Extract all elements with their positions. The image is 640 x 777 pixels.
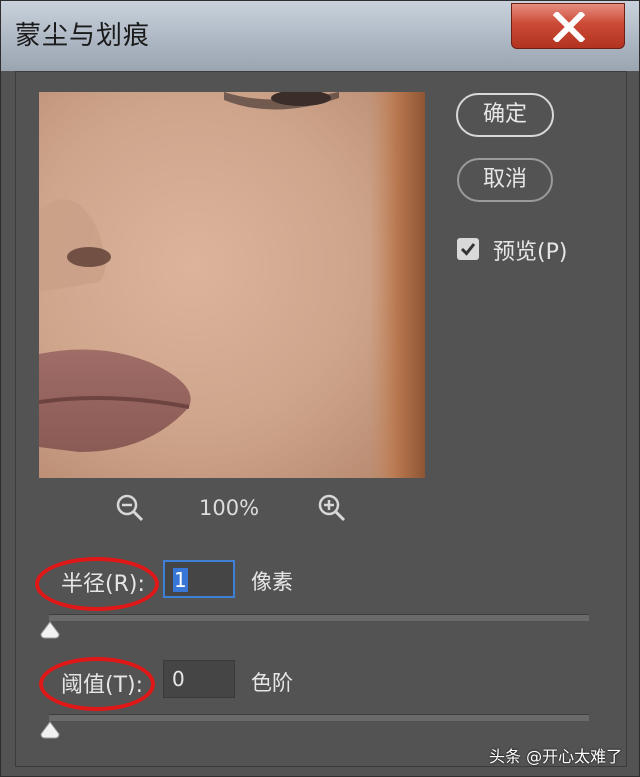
close-icon: [552, 12, 586, 42]
dialog-title: 蒙尘与划痕: [15, 21, 151, 51]
zoom-out-icon[interactable]: [115, 493, 145, 523]
close-button[interactable]: [511, 3, 625, 49]
threshold-slider-track[interactable]: [49, 714, 589, 721]
dust-and-scratches-dialog: 蒙尘与划痕 确定 取消 预览(P) 100% 半径(R): 1 像素 阈值(T)…: [0, 0, 640, 777]
watermark: 头条 @开心太难了: [489, 747, 623, 766]
threshold-slider-thumb[interactable]: [39, 721, 61, 739]
radius-input[interactable]: 1: [163, 560, 235, 598]
threshold-unit: 色阶: [251, 671, 293, 695]
radius-slider-thumb[interactable]: [39, 621, 61, 639]
threshold-input[interactable]: 0: [163, 660, 235, 698]
face-closeup-image: [39, 92, 425, 478]
preview-image[interactable]: [39, 92, 425, 478]
checkmark-icon: [460, 243, 476, 256]
threshold-highlight-annotation: [39, 657, 155, 711]
cancel-button[interactable]: 取消: [457, 158, 553, 202]
ok-button[interactable]: 确定: [456, 93, 554, 137]
radius-input-value: 1: [173, 568, 188, 592]
zoom-in-icon[interactable]: [317, 493, 347, 523]
radius-highlight-annotation: [35, 557, 159, 611]
title-bar[interactable]: 蒙尘与划痕: [1, 1, 639, 71]
radius-unit: 像素: [251, 570, 293, 594]
zoom-level: 100%: [199, 496, 260, 520]
radius-slider-track[interactable]: [49, 614, 589, 621]
preview-checkbox[interactable]: [457, 238, 479, 260]
preview-checkbox-label[interactable]: 预览(P): [493, 234, 567, 266]
